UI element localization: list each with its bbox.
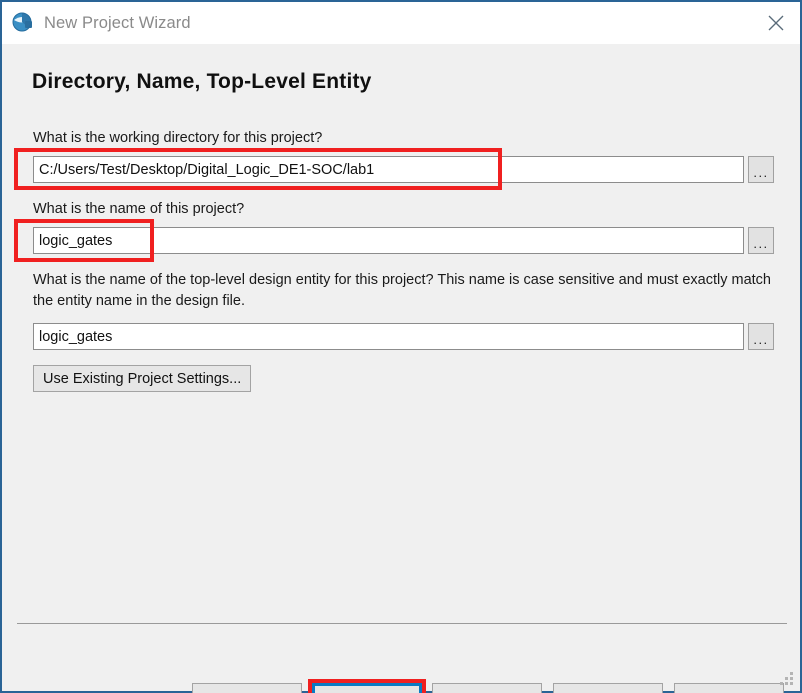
working-directory-label: What is the working directory for this p…	[33, 130, 323, 146]
use-existing-project-settings-button[interactable]: Use Existing Project Settings...	[33, 365, 252, 392]
title-bar: New Project Wizard	[2, 2, 800, 44]
footer-separator	[17, 623, 787, 624]
working-directory-row: ...	[33, 156, 774, 183]
top-level-entity-browse-button[interactable]: ...	[748, 323, 774, 350]
project-name-row: ...	[33, 227, 774, 254]
project-name-input[interactable]	[33, 227, 744, 254]
top-level-entity-row: ...	[33, 323, 774, 350]
help-button[interactable]: Help	[674, 683, 784, 693]
dialog-body: Directory, Name, Top-Level Entity What i…	[2, 44, 800, 693]
globe-icon	[12, 12, 34, 34]
window-title: New Project Wizard	[44, 13, 191, 32]
new-project-wizard-dialog: New Project Wizard Directory, Name, Top-…	[0, 0, 802, 693]
dialog-footer: < Back Next > Finish Cancel Help	[2, 634, 800, 693]
finish-button[interactable]: Finish	[432, 683, 542, 693]
cancel-button[interactable]: Cancel	[553, 683, 663, 693]
back-button[interactable]: < Back	[192, 683, 302, 693]
resize-grip-icon[interactable]	[780, 672, 794, 686]
top-level-entity-input[interactable]	[33, 323, 744, 350]
page-title: Directory, Name, Top-Level Entity	[32, 70, 372, 93]
working-directory-input[interactable]	[33, 156, 744, 183]
next-button[interactable]: Next >	[312, 683, 422, 693]
close-icon[interactable]	[752, 2, 800, 44]
working-directory-browse-button[interactable]: ...	[748, 156, 774, 183]
project-name-label: What is the name of this project?	[33, 201, 245, 217]
top-level-entity-label: What is the name of the top-level design…	[33, 272, 771, 309]
project-name-browse-button[interactable]: ...	[748, 227, 774, 254]
